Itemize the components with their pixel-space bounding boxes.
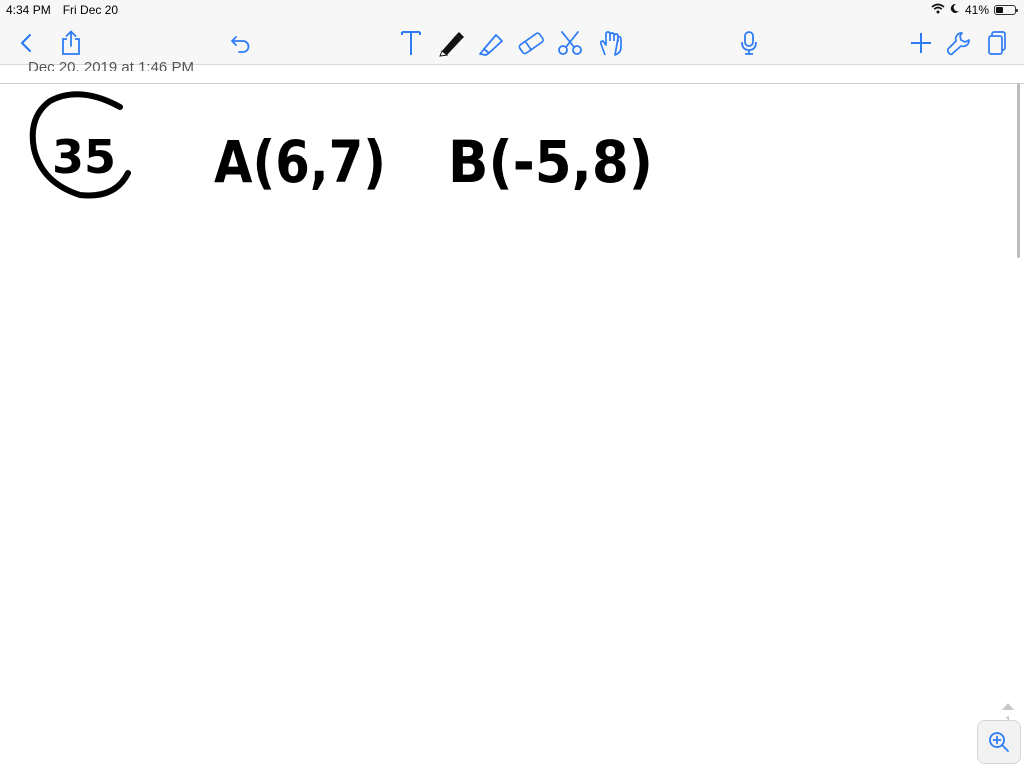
undo-icon[interactable] bbox=[226, 28, 256, 58]
zoom-in-icon[interactable] bbox=[977, 720, 1021, 764]
handwriting-canvas[interactable]: 35 A(6,7) B(-5,8) bbox=[0, 87, 700, 237]
page-up-icon[interactable] bbox=[1000, 700, 1016, 712]
highlighter-tool-icon[interactable] bbox=[476, 28, 506, 58]
problem-number: 35 bbox=[52, 130, 116, 184]
moon-icon bbox=[950, 3, 960, 17]
battery-level bbox=[996, 7, 1003, 13]
pen-tool-icon[interactable] bbox=[436, 28, 466, 58]
battery-percent: 41% bbox=[964, 3, 989, 17]
eraser-tool-icon[interactable] bbox=[516, 28, 546, 58]
microphone-icon[interactable] bbox=[734, 28, 764, 58]
add-icon[interactable] bbox=[906, 28, 936, 58]
point-b-label: B(-5,8) bbox=[448, 128, 653, 196]
wrench-icon[interactable] bbox=[944, 28, 974, 58]
status-time: 4:34 PM bbox=[6, 3, 51, 17]
battery-icon bbox=[994, 5, 1018, 15]
wifi-icon bbox=[931, 3, 945, 17]
page-date: Dec 20, 2019 at 1:46 PM bbox=[28, 59, 194, 71]
vertical-scrollbar[interactable] bbox=[1017, 83, 1020, 258]
share-icon[interactable] bbox=[56, 28, 86, 58]
hand-tool-icon[interactable] bbox=[596, 28, 626, 58]
text-tool-icon[interactable] bbox=[396, 28, 426, 58]
note-page[interactable]: Dec 20, 2019 at 1:46 PM 35 A(6,7) B(-5,8… bbox=[0, 59, 1024, 768]
status-date: Fri Dec 20 bbox=[62, 3, 119, 17]
status-bar: 4:34 PM Fri Dec 20 41% bbox=[0, 0, 1024, 20]
back-chevron-icon[interactable] bbox=[11, 28, 41, 58]
page-view-icon[interactable] bbox=[982, 28, 1012, 58]
lasso-scissors-icon[interactable] bbox=[556, 28, 586, 58]
point-a-label: A(6,7) bbox=[214, 128, 386, 196]
page-divider bbox=[0, 83, 1024, 84]
